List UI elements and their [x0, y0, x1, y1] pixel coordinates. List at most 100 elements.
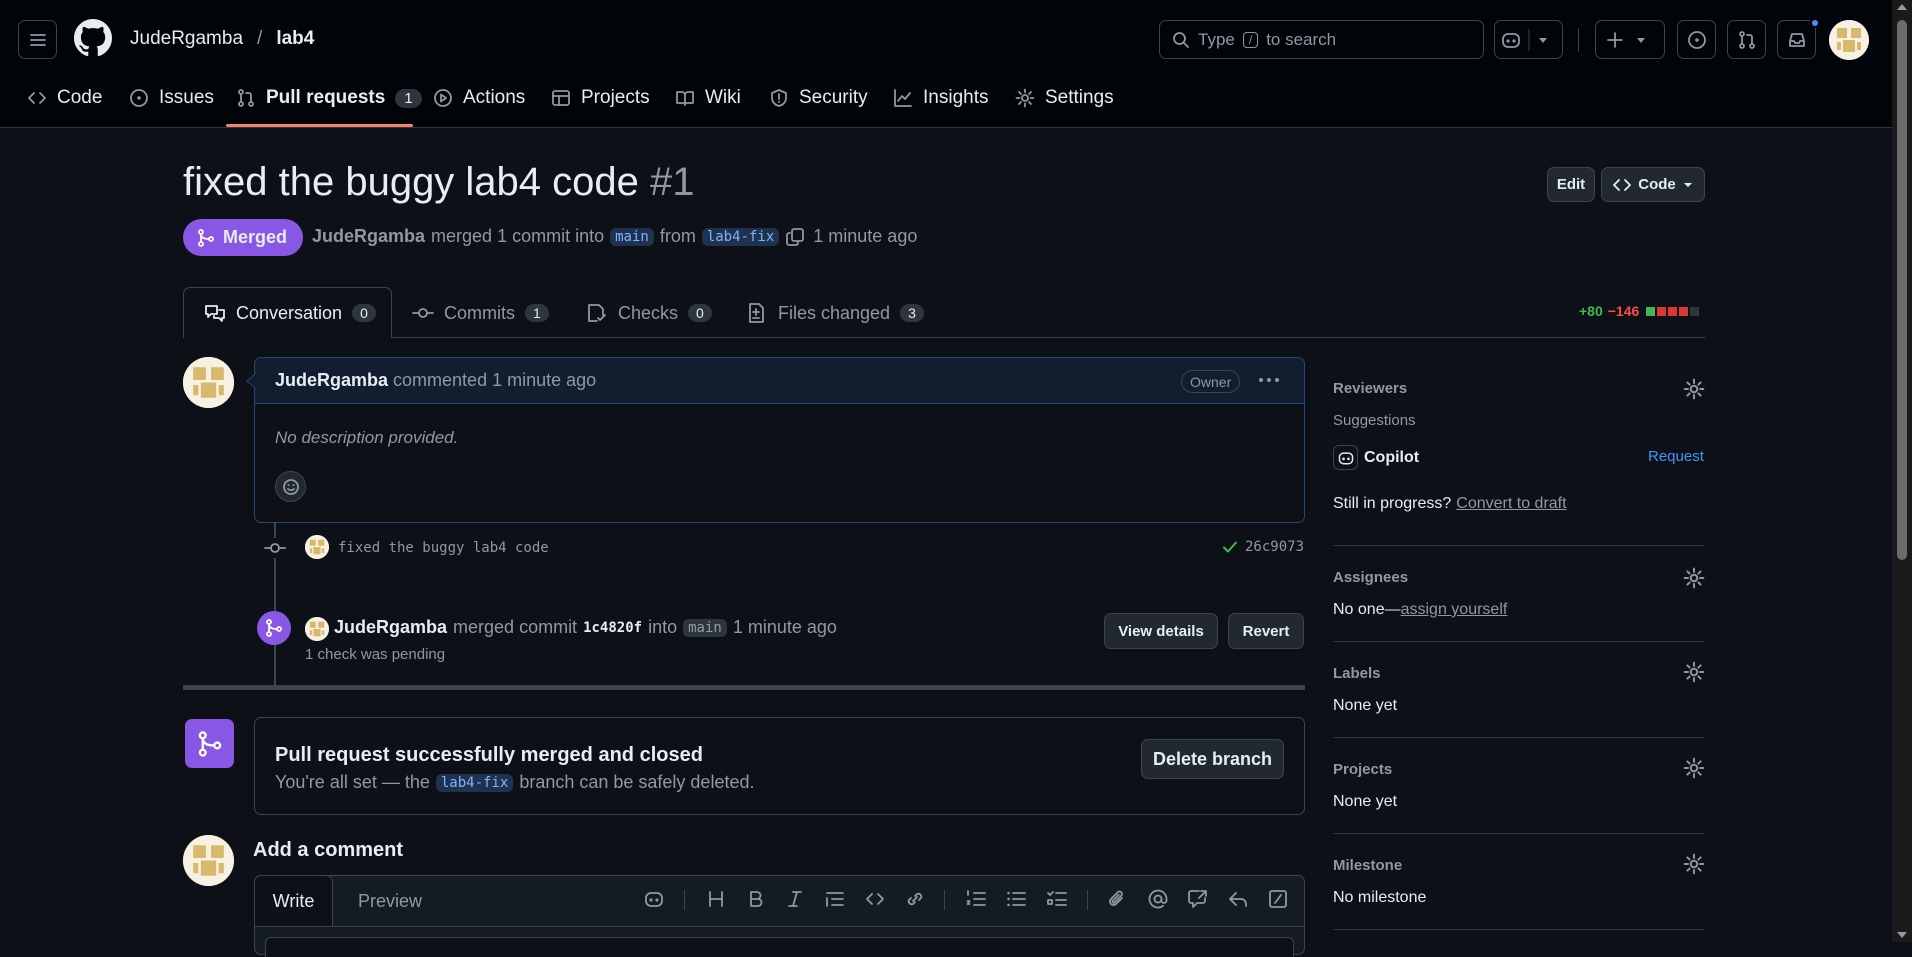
revert-button[interactable]: Revert — [1228, 613, 1304, 649]
copilot-icon[interactable] — [643, 888, 665, 910]
merge-author-link[interactable]: JudeRgamba — [334, 617, 447, 638]
milestone-heading[interactable]: Milestone — [1333, 857, 1402, 874]
merged-box-branch[interactable]: lab4-fix — [435, 773, 514, 792]
create-new-button[interactable] — [1595, 20, 1665, 59]
tasklist-icon[interactable] — [1046, 888, 1068, 910]
comment-author-link[interactable]: JudeRgamba — [275, 370, 388, 391]
edit-title-button[interactable]: Edit — [1547, 167, 1595, 202]
view-details-button[interactable]: View details — [1104, 613, 1218, 649]
code-icon[interactable] — [864, 888, 886, 910]
add-reaction-button[interactable] — [275, 471, 306, 502]
commit-author-avatar[interactable] — [305, 535, 329, 559]
mention-icon[interactable] — [1147, 888, 1169, 910]
check-icon[interactable] — [1221, 538, 1239, 556]
delete-branch-button[interactable]: Delete branch — [1141, 739, 1284, 779]
convert-to-draft-link[interactable]: Convert to draft — [1456, 495, 1566, 513]
base-branch-link[interactable]: main — [610, 227, 654, 246]
pr-author-link[interactable]: JudeRgamba — [312, 226, 425, 247]
copy-icon[interactable] — [785, 227, 807, 247]
assignees-heading[interactable]: Assignees — [1333, 569, 1408, 586]
gear-icon[interactable] — [1683, 853, 1705, 875]
list-ordered-icon[interactable] — [965, 888, 987, 910]
shield-icon — [771, 89, 787, 107]
git-pull-request-icon — [1738, 30, 1755, 49]
labels-heading[interactable]: Labels — [1333, 665, 1381, 682]
gear-icon[interactable] — [1683, 757, 1705, 779]
breadcrumb-separator: / — [257, 28, 263, 49]
diffstat-deletions: −146 — [1607, 303, 1640, 319]
user-avatar[interactable] — [1829, 20, 1869, 60]
toolbar-divider — [944, 890, 945, 910]
repo-owner-link[interactable]: JudeRgamba — [130, 28, 243, 50]
search-key-hint: / — [1242, 31, 1259, 48]
merge-time[interactable]: 1 minute ago — [733, 617, 837, 638]
quote-icon[interactable] — [824, 888, 846, 910]
scroll-up-arrow-icon[interactable] — [1897, 4, 1907, 10]
commit-sha-link[interactable]: 26c9073 — [1245, 539, 1304, 555]
draft-hint-text: Still in progress? — [1333, 495, 1452, 512]
github-logo[interactable] — [74, 19, 112, 57]
tab-commits[interactable]: Commits 1 — [412, 288, 549, 338]
link-icon[interactable] — [904, 888, 926, 910]
sidebar-divider — [1333, 929, 1704, 930]
commit-message-link[interactable]: fixed the buggy lab4 code — [338, 540, 549, 556]
pr-title-text: fixed the buggy lab4 code — [183, 160, 639, 204]
viewer-avatar — [183, 835, 234, 886]
tab-commits-count: 1 — [525, 304, 549, 322]
write-tab[interactable]: Write — [254, 875, 333, 927]
head-branch-link[interactable]: lab4-fix — [701, 227, 780, 246]
paperclip-icon[interactable] — [1106, 888, 1128, 910]
tab-issues[interactable]: Issues — [129, 78, 214, 118]
italic-icon[interactable] — [784, 888, 806, 910]
comment-author-avatar[interactable] — [183, 357, 234, 408]
assign-yourself-link[interactable]: assign yourself — [1401, 601, 1508, 619]
pr-number: #1 — [650, 160, 695, 204]
tab-code[interactable]: Code — [27, 78, 102, 118]
sidebar-divider — [1333, 737, 1704, 738]
tab-projects[interactable]: Projects — [551, 78, 650, 118]
gear-icon[interactable] — [1683, 378, 1705, 400]
gear-icon[interactable] — [1683, 567, 1705, 589]
bold-icon[interactable] — [745, 888, 767, 910]
tab-wiki[interactable]: Wiki — [675, 78, 741, 118]
repo-name-link[interactable]: lab4 — [276, 28, 314, 50]
tab-settings[interactable]: Settings — [1015, 78, 1114, 118]
request-review-link[interactable]: Request — [1648, 448, 1704, 465]
heading-icon[interactable] — [705, 888, 727, 910]
comment-textarea[interactable] — [265, 937, 1294, 957]
comment-box: JudeRgamba commented 1 minute ago Owner … — [254, 357, 1305, 523]
cross-reference-icon[interactable] — [1187, 888, 1209, 910]
issues-button[interactable] — [1677, 20, 1716, 59]
pull-requests-button[interactable] — [1727, 20, 1766, 59]
tab-actions[interactable]: Actions — [433, 78, 525, 118]
scrollbar[interactable] — [1892, 0, 1912, 942]
slash-command-icon[interactable] — [1267, 888, 1289, 910]
menu-button[interactable] — [18, 20, 57, 59]
reply-icon[interactable] — [1227, 888, 1249, 910]
tab-security[interactable]: Security — [769, 78, 868, 118]
scroll-down-arrow-icon[interactable] — [1897, 932, 1907, 938]
tab-pull-requests[interactable]: Pull requests 1 — [236, 78, 422, 118]
comment-time[interactable]: 1 minute ago — [492, 370, 596, 391]
tab-projects-label: Projects — [581, 87, 650, 108]
tab-conversation[interactable]: Conversation 0 — [204, 288, 376, 338]
tab-checks[interactable]: Checks 0 — [586, 288, 712, 338]
merge-commit-sha-link[interactable]: 1c4820f — [583, 620, 642, 636]
search-input[interactable]: Type / to search — [1159, 20, 1484, 59]
projects-heading[interactable]: Projects — [1333, 761, 1392, 778]
tab-files-changed[interactable]: Files changed 3 — [746, 288, 924, 338]
preview-tab[interactable]: Preview — [358, 891, 422, 912]
reviewers-heading[interactable]: Reviewers — [1333, 380, 1407, 397]
header-divider — [1578, 28, 1579, 52]
merge-base-branch[interactable]: main — [683, 618, 727, 637]
gear-icon[interactable] — [1683, 661, 1705, 683]
merge-author-avatar[interactable] — [305, 617, 329, 641]
pr-meta: JudeRgamba merged 1 commit into main fro… — [312, 226, 917, 247]
tab-insights[interactable]: Insights — [893, 78, 988, 118]
scrollbar-thumb[interactable] — [1897, 20, 1907, 560]
comment-options-button[interactable] — [1255, 368, 1283, 392]
copilot-button[interactable] — [1494, 20, 1563, 59]
selected-tab-underline — [226, 124, 413, 127]
code-dropdown-button[interactable]: Code — [1601, 167, 1705, 202]
list-unordered-icon[interactable] — [1005, 888, 1027, 910]
